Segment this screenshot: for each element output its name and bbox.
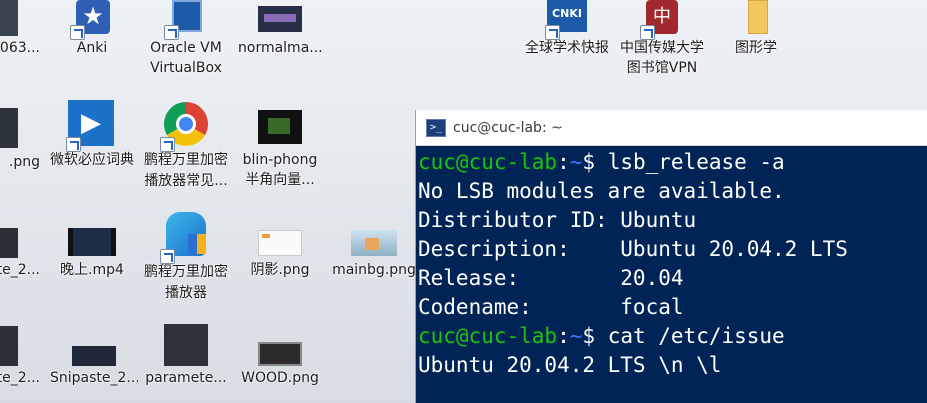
prompt-symbol: $ bbox=[582, 150, 608, 174]
icon-label: ste_2... bbox=[0, 262, 40, 278]
shortcut-arrow-icon bbox=[160, 249, 175, 264]
video-thumbnail-icon bbox=[68, 216, 116, 260]
terminal-line-output: Distributor ID: Ubuntu bbox=[418, 208, 697, 232]
shortcut-arrow-icon bbox=[70, 25, 85, 40]
image-thumbnail-icon bbox=[164, 322, 208, 368]
desktop-icon-cuc-vpn[interactable]: 中 中国传媒大学图书馆VPN bbox=[616, 0, 708, 78]
desktop-icon[interactable]: 063... bbox=[0, 0, 40, 58]
desktop-icon-folder-graphics[interactable]: 图形学 bbox=[714, 0, 798, 58]
cnki-icon: CNKI bbox=[545, 0, 587, 40]
image-thumbnail-icon bbox=[258, 216, 302, 260]
terminal-output[interactable]: cuc@cuc-lab:~$ lsb_release -a No LSB modu… bbox=[416, 146, 927, 380]
desktop-icon[interactable]: ste_2... bbox=[0, 322, 40, 388]
shortcut-arrow-icon bbox=[640, 25, 655, 40]
command-text: cat /etc/issue bbox=[607, 324, 785, 348]
icon-label: WOOD.png bbox=[241, 370, 319, 386]
virtualbox-icon bbox=[164, 0, 206, 40]
desktop-icon-normalmap[interactable]: normalma... bbox=[238, 0, 322, 58]
icon-label: blin-phong半角向量... bbox=[242, 152, 318, 188]
icon-label: Anki bbox=[76, 40, 108, 56]
shortcut-arrow-icon bbox=[66, 137, 81, 152]
icon-label: 晚上.mp4 bbox=[60, 262, 124, 278]
image-thumbnail-icon bbox=[258, 0, 302, 38]
app-icon bbox=[0, 0, 18, 38]
desktop-icon[interactable]: .png bbox=[0, 104, 40, 172]
desktop-icon-encrypted-player[interactable]: 鹏程万里加密播放器 bbox=[144, 210, 228, 304]
desktop-icon-bing-dict[interactable]: ▶ 微软必应词典 bbox=[50, 100, 134, 170]
desktop-icon-player-faq[interactable]: 鹏程万里加密播放器常见... bbox=[144, 100, 228, 192]
desktop-icon-parameters[interactable]: paramete... bbox=[144, 322, 228, 388]
chrome-icon bbox=[160, 100, 210, 152]
prompt-path: ~ bbox=[569, 150, 583, 174]
desktop-icon-wood[interactable]: WOOD.png bbox=[238, 322, 322, 388]
folder-icon bbox=[736, 0, 776, 38]
shortcut-arrow-icon bbox=[164, 25, 179, 40]
desktop-icon-mainbg[interactable]: mainbg.png bbox=[332, 216, 416, 280]
window-title: cuc@cuc-lab: ~ bbox=[453, 119, 563, 136]
image-thumbnail-icon bbox=[0, 322, 18, 368]
terminal-line-command: cuc@cuc-lab:~$ cat /etc/issue bbox=[418, 322, 927, 351]
desktop-icon-shadow[interactable]: 阴影.png bbox=[238, 216, 322, 280]
icon-label: .png bbox=[8, 154, 40, 170]
player-shield-icon bbox=[160, 210, 210, 264]
icon-label: Snipaste_2... bbox=[50, 370, 138, 386]
prompt-symbol: $ bbox=[582, 324, 608, 348]
icon-label: Oracle VM VirtualBox bbox=[150, 40, 222, 76]
icon-label: 图形学 bbox=[735, 40, 777, 56]
prompt-user: cuc@cuc-lab bbox=[418, 324, 558, 348]
image-thumbnail-icon bbox=[258, 322, 302, 368]
prompt-separator: : bbox=[557, 150, 570, 174]
icon-label: 全球学术快报 bbox=[525, 40, 609, 56]
icon-label: 鹏程万里加密播放器 bbox=[144, 264, 228, 301]
terminal-line-command: cuc@cuc-lab:~$ lsb_release -a bbox=[418, 148, 927, 177]
terminal-line-output: Description: Ubuntu 20.04.2 LTS bbox=[418, 237, 848, 261]
prompt-path: ~ bbox=[569, 324, 583, 348]
shortcut-arrow-icon bbox=[160, 137, 175, 152]
terminal-line-output: No LSB modules are available. bbox=[418, 179, 785, 203]
desktop-icon-snipaste[interactable]: Snipaste_2... bbox=[50, 322, 138, 388]
desktop-icon-virtualbox[interactable]: Oracle VM VirtualBox bbox=[144, 0, 228, 78]
cuc-vpn-icon: 中 bbox=[640, 0, 682, 40]
image-thumbnail-icon bbox=[0, 216, 18, 260]
prompt-user: cuc@cuc-lab bbox=[418, 150, 558, 174]
icon-label: ste_2... bbox=[0, 370, 40, 386]
bing-dictionary-icon: ▶ bbox=[66, 100, 116, 152]
desktop-icon-blinn-phong[interactable]: blin-phong半角向量... bbox=[238, 104, 322, 190]
image-thumbnail-icon bbox=[258, 104, 302, 150]
terminal-titlebar[interactable]: >_ cuc@cuc-lab: ~ bbox=[416, 110, 927, 146]
icon-label: 中国传媒大学图书馆VPN bbox=[620, 40, 704, 76]
anki-icon: ★ bbox=[70, 0, 112, 40]
icon-label: 阴影.png bbox=[250, 262, 310, 278]
icon-label: 微软必应词典 bbox=[50, 152, 134, 168]
icon-label: 鹏程万里加密播放器常见... bbox=[144, 152, 228, 189]
terminal-window[interactable]: >_ cuc@cuc-lab: ~ cuc@cuc-lab:~$ lsb_rel… bbox=[415, 110, 927, 403]
command-text: lsb_release -a bbox=[607, 150, 785, 174]
desktop-icon[interactable]: ste_2... bbox=[0, 216, 40, 280]
prompt-separator: : bbox=[557, 324, 570, 348]
desktop-icon-video[interactable]: 晚上.mp4 bbox=[50, 216, 134, 280]
shortcut-arrow-icon bbox=[545, 25, 560, 40]
icon-label: 063... bbox=[0, 40, 40, 56]
image-thumbnail-icon bbox=[0, 104, 18, 152]
desktop-icon-anki[interactable]: ★ Anki bbox=[50, 0, 134, 58]
icon-label: paramete... bbox=[145, 370, 227, 386]
terminal-icon: >_ bbox=[426, 118, 446, 137]
desktop-icon-cnki[interactable]: CNKI 全球学术快报 bbox=[524, 0, 610, 58]
terminal-line-output: Codename: focal bbox=[418, 295, 684, 319]
terminal-line-output: Release: 20.04 bbox=[418, 266, 684, 290]
icon-label: mainbg.png bbox=[332, 262, 416, 278]
image-thumbnail-icon bbox=[351, 216, 397, 260]
icon-label: normalma... bbox=[238, 40, 322, 56]
terminal-line-output: Ubuntu 20.04.2 LTS \n \l bbox=[418, 353, 722, 377]
image-thumbnail-icon bbox=[72, 322, 116, 368]
